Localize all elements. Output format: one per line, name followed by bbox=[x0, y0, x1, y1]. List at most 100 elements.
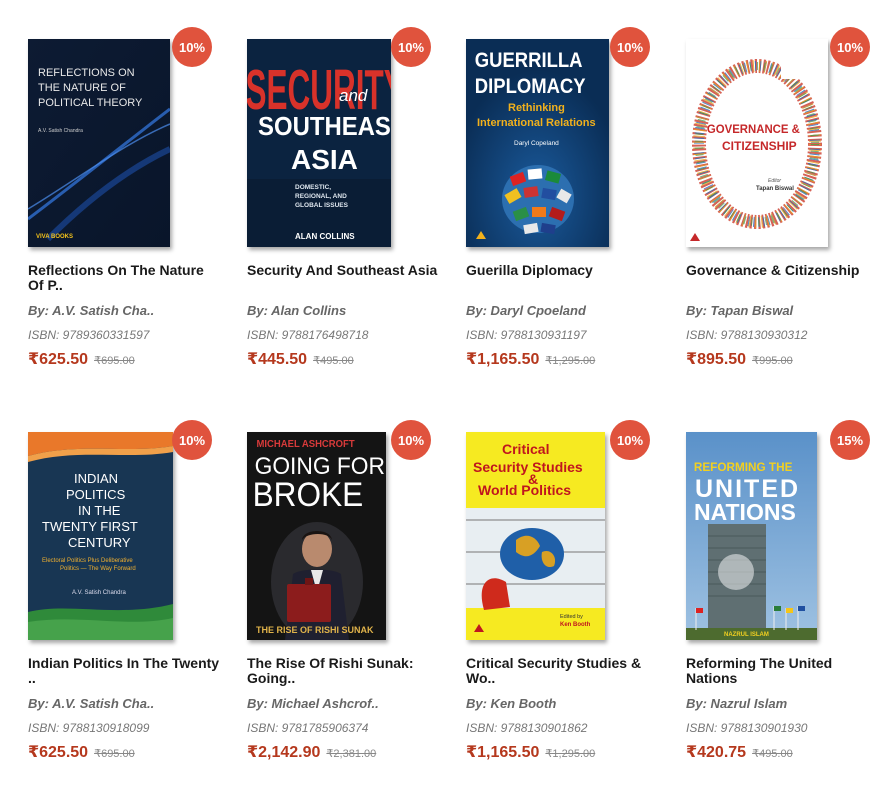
sale-price: ₹2,142.90 bbox=[247, 744, 321, 761]
product-card[interactable]: MICHAEL ASHCROFT GOING FOR BROKE THE RIS… bbox=[247, 420, 447, 792]
original-price: ₹995.00 bbox=[752, 355, 793, 367]
book-cover[interactable]: Critical Security Studies & World Politi… bbox=[466, 432, 605, 640]
cover-text: DIPLOMACY bbox=[475, 75, 586, 98]
discount-badge: 15% bbox=[830, 420, 870, 460]
discount-badge: 10% bbox=[172, 420, 212, 460]
book-title[interactable]: Governance & Citizenship bbox=[686, 263, 878, 278]
product-card[interactable]: SECURITY and SOUTHEAST ASIA DOMESTIC, RE… bbox=[247, 27, 447, 399]
book-isbn: ISBN: 9788130901862 bbox=[466, 721, 588, 735]
cover-text: TWENTY FIRST bbox=[42, 519, 138, 534]
discount-badge: 10% bbox=[391, 27, 431, 67]
book-cover[interactable]: GOVERNANCE & CITIZENSHIP Editor Tapan Bi… bbox=[686, 39, 828, 247]
price: ₹445.50 ₹495.00 bbox=[247, 349, 354, 369]
book-isbn: ISBN: 9788130901930 bbox=[686, 721, 808, 735]
cover-text: POLITICS bbox=[66, 487, 126, 502]
original-price: ₹2,381.00 bbox=[326, 748, 377, 760]
book-title[interactable]: Reflections On The Nature Of P.. bbox=[28, 263, 223, 293]
cover-text: POLITICAL THEORY bbox=[38, 97, 143, 109]
sale-price: ₹625.50 bbox=[28, 351, 89, 368]
book-author: By: Michael Ashcrof.. bbox=[247, 696, 379, 711]
book-author: By: Ken Booth bbox=[466, 696, 557, 711]
sale-price: ₹1,165.50 bbox=[466, 351, 540, 368]
book-cover[interactable]: SECURITY and SOUTHEAST ASIA DOMESTIC, RE… bbox=[247, 39, 391, 247]
book-title[interactable]: Reforming The United Nations bbox=[686, 656, 878, 686]
cover-author: A.V. Satish Chandra bbox=[72, 590, 126, 596]
price: ₹625.50 ₹695.00 bbox=[28, 349, 135, 369]
cover-author: NAZRUL ISLAM bbox=[724, 632, 769, 638]
original-price: ₹495.00 bbox=[752, 748, 793, 760]
book-author: By: A.V. Satish Cha.. bbox=[28, 303, 155, 318]
cover-text: BROKE bbox=[253, 475, 364, 513]
book-cover[interactable]: REFORMING THE UNITED NATIONS NAZRUL ISLA… bbox=[686, 432, 817, 640]
cover-text: REGIONAL, AND bbox=[295, 193, 347, 200]
product-card[interactable]: REFLECTIONS ON THE NATURE OF POLITICAL T… bbox=[28, 27, 228, 399]
book-isbn: ISBN: 9788176498718 bbox=[247, 328, 369, 342]
cover-text: THE NATURE OF bbox=[38, 82, 126, 94]
cover-text: GOVERNANCE & bbox=[707, 123, 801, 136]
price: ₹895.50 ₹995.00 bbox=[686, 349, 793, 369]
publisher-logo: VIVA BOOKS bbox=[36, 234, 73, 240]
cover-text: International Relations bbox=[477, 117, 596, 129]
cover-author: Ken Booth bbox=[560, 622, 591, 628]
original-price: ₹1,295.00 bbox=[545, 748, 596, 760]
cover-text: Rethinking bbox=[508, 102, 565, 114]
price: ₹2,142.90 ₹2,381.00 bbox=[247, 742, 376, 762]
product-card[interactable]: INDIAN POLITICS IN THE TWENTY FIRST CENT… bbox=[28, 420, 228, 792]
product-card[interactable]: Critical Security Studies & World Politi… bbox=[466, 420, 666, 792]
book-author: By: Alan Collins bbox=[247, 303, 347, 318]
book-cover[interactable]: GUERRILLA DIPLOMACY Rethinking Internati… bbox=[466, 39, 609, 247]
sale-price: ₹895.50 bbox=[686, 351, 747, 368]
book-title[interactable]: Security And Southeast Asia bbox=[247, 263, 442, 278]
cover-text: GUERRILLA bbox=[475, 49, 583, 72]
cover-text: REFLECTIONS ON bbox=[38, 67, 135, 79]
product-grid: REFLECTIONS ON THE NATURE OF POLITICAL T… bbox=[0, 0, 878, 792]
cover-author: Daryl Copeland bbox=[514, 140, 559, 147]
product-card[interactable]: GOVERNANCE & CITIZENSHIP Editor Tapan Bi… bbox=[686, 27, 878, 399]
cover-text: CENTURY bbox=[68, 535, 131, 550]
cover-text: SOUTHEAST bbox=[258, 112, 391, 141]
book-cover[interactable]: MICHAEL ASHCROFT GOING FOR BROKE THE RIS… bbox=[247, 432, 386, 640]
discount-badge: 10% bbox=[610, 420, 650, 460]
cover-author: ALAN COLLINS bbox=[295, 232, 355, 241]
cover-text: DOMESTIC, bbox=[295, 184, 331, 191]
cover-author: A.V. Satish Chandra bbox=[38, 128, 83, 134]
cover-text: Politics — The Way Forward bbox=[60, 566, 136, 572]
book-title[interactable]: Critical Security Studies & Wo.. bbox=[466, 656, 661, 686]
discount-badge: 10% bbox=[172, 27, 212, 67]
price: ₹625.50 ₹695.00 bbox=[28, 742, 135, 762]
book-title[interactable]: Indian Politics In The Twenty .. bbox=[28, 656, 223, 686]
cover-text: NATIONS bbox=[694, 499, 796, 525]
price: ₹420.75 ₹495.00 bbox=[686, 742, 793, 762]
sale-price: ₹1,165.50 bbox=[466, 744, 540, 761]
cover-text: Edited by bbox=[560, 614, 583, 620]
price: ₹1,165.50 ₹1,295.00 bbox=[466, 742, 595, 762]
book-isbn: ISBN: 9781785906374 bbox=[247, 721, 369, 735]
cover-text: Critical bbox=[502, 441, 549, 457]
cover-author: Tapan Biswal bbox=[756, 186, 794, 192]
discount-badge: 10% bbox=[830, 27, 870, 67]
book-title[interactable]: Guerilla Diplomacy bbox=[466, 263, 661, 278]
cover-text: CITIZENSHIP bbox=[722, 139, 797, 153]
book-title[interactable]: The Rise Of Rishi Sunak: Going.. bbox=[247, 656, 442, 686]
book-author: By: A.V. Satish Cha.. bbox=[28, 696, 155, 711]
book-author: By: Tapan Biswal bbox=[686, 303, 794, 318]
cover-text: World Politics bbox=[478, 482, 571, 498]
product-card[interactable]: REFORMING THE UNITED NATIONS NAZRUL ISLA… bbox=[686, 420, 878, 792]
sale-price: ₹625.50 bbox=[28, 744, 89, 761]
price: ₹1,165.50 ₹1,295.00 bbox=[466, 349, 595, 369]
book-author: By: Daryl Cpoeland bbox=[466, 303, 586, 318]
original-price: ₹495.00 bbox=[313, 355, 354, 367]
original-price: ₹1,295.00 bbox=[545, 355, 596, 367]
book-cover[interactable]: REFLECTIONS ON THE NATURE OF POLITICAL T… bbox=[28, 39, 170, 247]
cover-text: REFORMING THE bbox=[694, 460, 793, 474]
book-author: By: Nazrul Islam bbox=[686, 696, 788, 711]
cover-text: Electoral Politics Plus Deliberative bbox=[42, 558, 133, 564]
cover-text: Editor bbox=[768, 178, 781, 184]
discount-badge: 10% bbox=[610, 27, 650, 67]
cover-text: THE RISE OF RISHI SUNAK bbox=[256, 625, 374, 635]
cover-author: MICHAEL ASHCROFT bbox=[257, 439, 355, 450]
book-cover[interactable]: INDIAN POLITICS IN THE TWENTY FIRST CENT… bbox=[28, 432, 173, 640]
cover-text: IN THE bbox=[78, 503, 121, 518]
product-card[interactable]: GUERRILLA DIPLOMACY Rethinking Internati… bbox=[466, 27, 666, 399]
book-isbn: ISBN: 9789360331597 bbox=[28, 328, 150, 342]
